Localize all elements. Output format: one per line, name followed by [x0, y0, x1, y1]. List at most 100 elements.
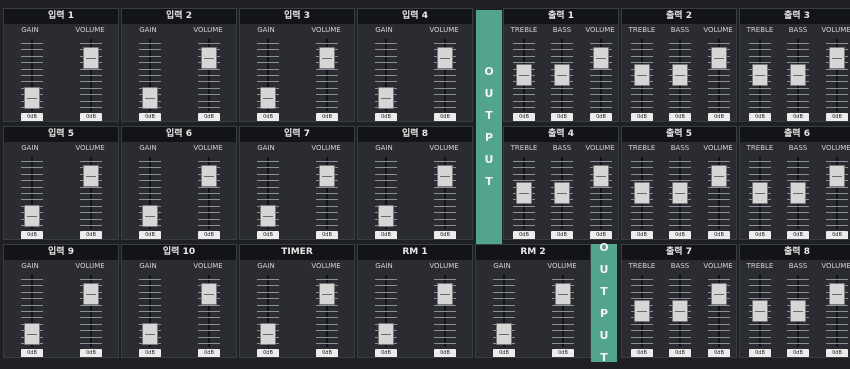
gain-value-button[interactable]: 0dB: [257, 231, 279, 239]
bass-fader[interactable]: [787, 157, 809, 229]
fader-knob[interactable]: [790, 64, 806, 86]
gain-value-button[interactable]: 0dB: [139, 231, 161, 239]
fader-knob[interactable]: [672, 64, 688, 86]
fader-knob[interactable]: [593, 164, 609, 187]
volume-value-button[interactable]: 0dB: [80, 231, 102, 239]
treble-value-button[interactable]: 0dB: [631, 349, 653, 357]
fader-knob[interactable]: [378, 204, 394, 227]
bass-value-button[interactable]: 0dB: [669, 231, 691, 239]
gain-value-button[interactable]: 0dB: [493, 349, 515, 357]
gain-value-button[interactable]: 0dB: [257, 349, 279, 357]
bass-fader[interactable]: [551, 157, 573, 229]
fader-knob[interactable]: [24, 204, 40, 227]
fader-knob[interactable]: [555, 282, 571, 305]
volume-fader[interactable]: [316, 275, 338, 347]
treble-fader[interactable]: [631, 157, 653, 229]
bass-value-button[interactable]: 0dB: [787, 231, 809, 239]
gain-value-button[interactable]: 0dB: [21, 231, 43, 239]
bass-value-button[interactable]: 0dB: [551, 113, 573, 121]
fader-knob[interactable]: [634, 64, 650, 86]
treble-fader[interactable]: [749, 157, 771, 229]
gain-fader[interactable]: [21, 157, 43, 229]
treble-value-button[interactable]: 0dB: [749, 231, 771, 239]
gain-fader[interactable]: [139, 39, 161, 111]
fader-knob[interactable]: [142, 204, 158, 227]
bass-fader[interactable]: [669, 275, 691, 347]
bass-value-button[interactable]: 0dB: [669, 349, 691, 357]
treble-fader[interactable]: [631, 275, 653, 347]
fader-knob[interactable]: [24, 86, 40, 109]
fader-knob[interactable]: [554, 64, 570, 86]
fader-knob[interactable]: [672, 182, 688, 204]
volume-value-button[interactable]: 0dB: [434, 349, 456, 357]
volume-fader[interactable]: [80, 157, 102, 229]
volume-fader[interactable]: [708, 39, 730, 111]
volume-fader[interactable]: [590, 39, 612, 111]
treble-fader[interactable]: [749, 275, 771, 347]
fader-knob[interactable]: [711, 282, 727, 305]
fader-knob[interactable]: [711, 164, 727, 187]
volume-fader[interactable]: [434, 39, 456, 111]
fader-knob[interactable]: [24, 322, 40, 345]
treble-value-button[interactable]: 0dB: [631, 113, 653, 121]
volume-value-button[interactable]: 0dB: [316, 349, 338, 357]
gain-value-button[interactable]: 0dB: [139, 349, 161, 357]
fader-knob[interactable]: [752, 300, 768, 322]
fader-knob[interactable]: [554, 182, 570, 204]
volume-value-button[interactable]: 0dB: [826, 349, 848, 357]
bass-value-button[interactable]: 0dB: [787, 113, 809, 121]
volume-fader[interactable]: [316, 39, 338, 111]
volume-fader[interactable]: [826, 39, 848, 111]
bass-fader[interactable]: [669, 157, 691, 229]
fader-knob[interactable]: [634, 300, 650, 322]
volume-value-button[interactable]: 0dB: [434, 231, 456, 239]
gain-fader[interactable]: [375, 157, 397, 229]
volume-value-button[interactable]: 0dB: [708, 231, 730, 239]
fader-knob[interactable]: [437, 46, 453, 69]
fader-knob[interactable]: [634, 182, 650, 204]
volume-value-button[interactable]: 0dB: [434, 113, 456, 121]
gain-value-button[interactable]: 0dB: [375, 113, 397, 121]
gain-fader[interactable]: [21, 275, 43, 347]
volume-value-button[interactable]: 0dB: [708, 349, 730, 357]
fader-knob[interactable]: [201, 46, 217, 69]
gain-fader[interactable]: [375, 275, 397, 347]
fader-knob[interactable]: [319, 46, 335, 69]
volume-value-button[interactable]: 0dB: [316, 113, 338, 121]
treble-value-button[interactable]: 0dB: [513, 113, 535, 121]
fader-knob[interactable]: [378, 86, 394, 109]
gain-value-button[interactable]: 0dB: [139, 113, 161, 121]
gain-value-button[interactable]: 0dB: [21, 349, 43, 357]
fader-knob[interactable]: [319, 282, 335, 305]
fader-knob[interactable]: [142, 322, 158, 345]
volume-value-button[interactable]: 0dB: [826, 231, 848, 239]
volume-fader[interactable]: [316, 157, 338, 229]
bass-value-button[interactable]: 0dB: [669, 113, 691, 121]
volume-value-button[interactable]: 0dB: [198, 231, 220, 239]
volume-value-button[interactable]: 0dB: [198, 113, 220, 121]
fader-knob[interactable]: [142, 86, 158, 109]
fader-knob[interactable]: [711, 46, 727, 69]
fader-knob[interactable]: [260, 322, 276, 345]
gain-value-button[interactable]: 0dB: [257, 113, 279, 121]
treble-value-button[interactable]: 0dB: [631, 231, 653, 239]
fader-knob[interactable]: [201, 282, 217, 305]
volume-value-button[interactable]: 0dB: [590, 113, 612, 121]
treble-fader[interactable]: [513, 157, 535, 229]
fader-knob[interactable]: [260, 86, 276, 109]
volume-fader[interactable]: [198, 275, 220, 347]
volume-fader[interactable]: [80, 275, 102, 347]
gain-fader[interactable]: [257, 39, 279, 111]
treble-fader[interactable]: [631, 39, 653, 111]
gain-fader[interactable]: [139, 275, 161, 347]
volume-fader[interactable]: [198, 39, 220, 111]
gain-value-button[interactable]: 0dB: [375, 349, 397, 357]
fader-knob[interactable]: [260, 204, 276, 227]
bass-fader[interactable]: [787, 39, 809, 111]
gain-fader[interactable]: [21, 39, 43, 111]
treble-value-button[interactable]: 0dB: [513, 231, 535, 239]
volume-value-button[interactable]: 0dB: [552, 349, 574, 357]
fader-knob[interactable]: [829, 164, 845, 187]
fader-knob[interactable]: [672, 300, 688, 322]
treble-fader[interactable]: [749, 39, 771, 111]
